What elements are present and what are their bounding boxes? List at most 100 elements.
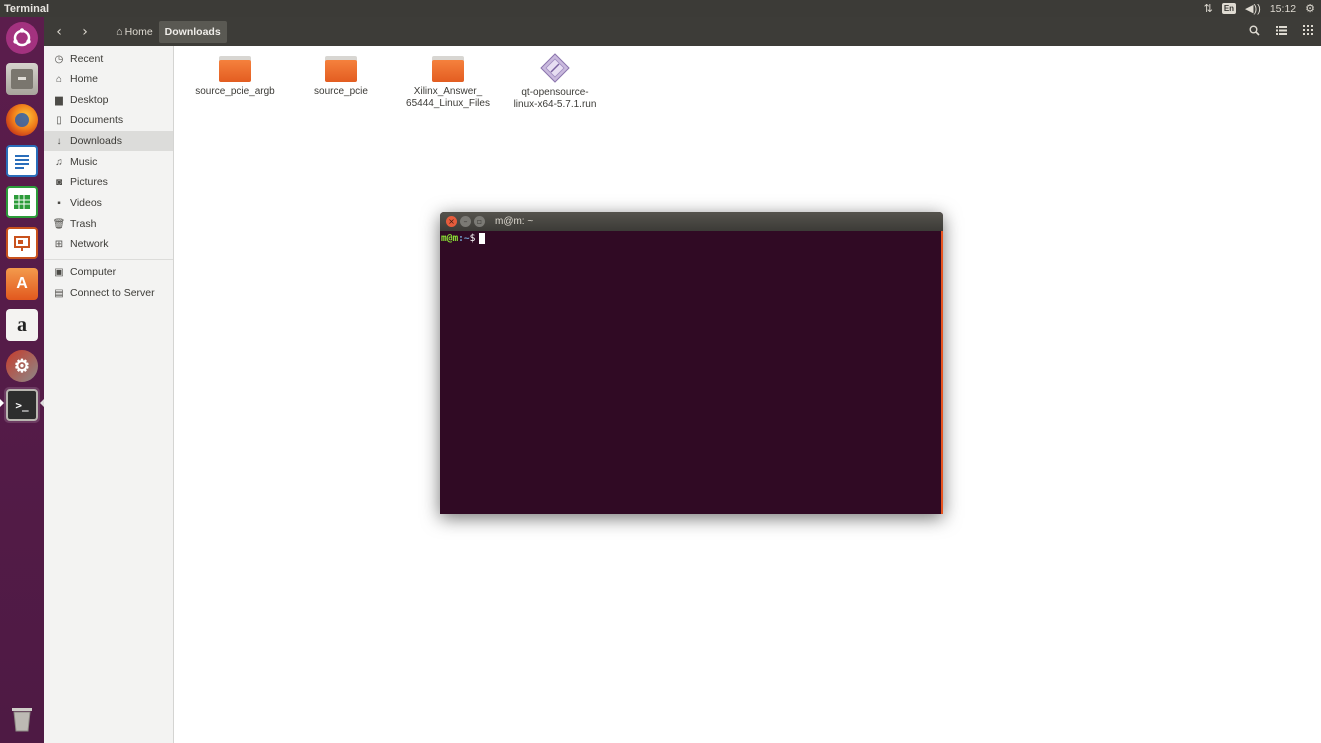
file-name: source_pcie <box>314 86 368 97</box>
computer-icon: ▣ <box>54 266 64 278</box>
search-icon[interactable] <box>1249 25 1260 39</box>
places-sidebar: ◷ Recent ⌂ Home ▆ Desktop ▯ Documents ↓ … <box>44 46 174 743</box>
terminal-titlebar[interactable]: × – ▫ m@m: ~ <box>440 212 943 231</box>
file-item[interactable]: source_pcie_argb <box>180 56 290 98</box>
file-cabinet-icon <box>6 63 38 95</box>
terminal-console[interactable]: m@m:~$ <box>440 231 941 514</box>
minimize-button[interactable]: – <box>460 216 471 227</box>
grid-view-icon[interactable] <box>1303 25 1313 38</box>
ubuntu-logo-icon <box>6 22 38 54</box>
launcher-amazon[interactable]: a <box>4 307 40 343</box>
sidebar-item-label: Network <box>70 238 109 250</box>
launcher-terminal[interactable]: >_ <box>4 387 40 423</box>
sidebar-item-computer[interactable]: ▣ Computer <box>44 262 173 282</box>
settings-gear-icon[interactable]: ⚙ <box>1305 2 1315 15</box>
sidebar-item-label: Documents <box>70 114 124 126</box>
sidebar-item-label: Desktop <box>70 94 109 106</box>
sidebar-item-pictures[interactable]: ◙ Pictures <box>44 172 173 192</box>
server-icon: ▤ <box>54 287 64 299</box>
active-app-title: Terminal <box>4 2 50 15</box>
sidebar-item-label: Pictures <box>70 176 108 188</box>
folder-icon <box>219 56 251 82</box>
forward-button[interactable]: › <box>74 21 96 43</box>
prompt-symbol: $ <box>469 233 476 244</box>
launcher-writer[interactable] <box>4 143 40 179</box>
sidebar-item-label: Trash <box>70 218 97 230</box>
list-view-icon[interactable] <box>1276 25 1287 38</box>
sidebar-item-videos[interactable]: ▪ Videos <box>44 193 173 213</box>
close-icon: × <box>448 217 455 226</box>
volume-icon[interactable]: ◀)) <box>1245 2 1261 15</box>
launcher-files[interactable] <box>4 61 40 97</box>
camera-icon: ◙ <box>55 176 63 188</box>
trash-icon: 🗑 <box>52 218 66 230</box>
sidebar-item-trash[interactable]: 🗑 Trash <box>44 214 173 234</box>
file-name: Xilinx_Answer_ 65444_Linux_Files <box>406 86 490 109</box>
terminal-title: m@m: ~ <box>495 216 534 227</box>
launcher-calc[interactable] <box>4 184 40 220</box>
breadcrumb-home-label: Home <box>124 25 153 38</box>
network-transfer-icon[interactable]: ⇅ <box>1204 2 1213 15</box>
presentation-icon <box>6 227 38 259</box>
file-name: qt-opensource- linux-x64-5.7.1.run <box>513 87 597 110</box>
document-icon: ▯ <box>56 114 62 126</box>
sidebar-item-home[interactable]: ⌂ Home <box>44 69 173 89</box>
file-item[interactable]: qt-opensource- linux-x64-5.7.1.run <box>500 53 610 111</box>
clock[interactable]: 15:12 <box>1270 3 1296 15</box>
launcher-firefox[interactable] <box>4 102 40 138</box>
video-icon: ▪ <box>57 197 61 209</box>
breadcrumb-home[interactable]: ⌂ Home <box>110 21 159 43</box>
file-item[interactable]: Xilinx_Answer_ 65444_Linux_Files <box>393 56 503 110</box>
sidebar-item-recent[interactable]: ◷ Recent <box>44 49 173 69</box>
sidebar-item-network[interactable]: ⊞ Network <box>44 234 173 254</box>
sidebar-item-label: Recent <box>70 53 104 65</box>
prompt-path: :~ <box>458 233 470 244</box>
sidebar-item-label: Downloads <box>70 135 122 147</box>
firefox-icon <box>6 104 38 136</box>
file-item[interactable]: source_pcie <box>286 56 396 98</box>
document-writer-icon <box>6 145 38 177</box>
sidebar-item-documents[interactable]: ▯ Documents <box>44 110 173 130</box>
sidebar-item-connect-to-server[interactable]: ▤ Connect to Server <box>44 283 173 303</box>
file-name: source_pcie_argb <box>195 86 275 97</box>
folder-icon <box>325 56 357 82</box>
text-cursor <box>479 233 486 244</box>
back-button[interactable]: ‹ <box>48 21 70 43</box>
sidebar-item-label: Computer <box>70 266 117 278</box>
dash-home-button[interactable] <box>4 20 40 56</box>
unity-launcher: A a ⚙ >_ <box>0 17 44 743</box>
launcher-system-settings[interactable]: ⚙ <box>4 348 40 384</box>
sidebar-item-label: Home <box>70 73 99 85</box>
sidebar-item-downloads[interactable]: ↓ Downloads <box>44 131 173 151</box>
indicator-area: ⇅ En ◀)) 15:12 ⚙ <box>1204 0 1315 17</box>
terminal-icon: >_ <box>6 389 38 421</box>
amazon-icon: a <box>6 309 38 341</box>
file-manager-toolbar: ‹ › ⌂ Home Downloads <box>44 17 1321 46</box>
minimize-icon: – <box>463 217 468 226</box>
package-icon <box>540 53 570 83</box>
launcher-software-center[interactable]: A <box>4 266 40 302</box>
download-icon: ↓ <box>56 135 62 147</box>
home-icon: ⌂ <box>55 73 63 85</box>
shopping-bag-icon: A <box>6 268 38 300</box>
folder-icon <box>432 56 464 82</box>
terminal-scroll-edge <box>941 231 943 514</box>
close-button[interactable]: × <box>446 216 457 227</box>
toolbar-right <box>1249 17 1313 46</box>
spreadsheet-icon <box>6 186 38 218</box>
keyboard-layout-indicator[interactable]: En <box>1221 3 1237 14</box>
sidebar-item-desktop[interactable]: ▆ Desktop <box>44 90 173 110</box>
chevron-right-icon: › <box>82 23 88 40</box>
breadcrumb-downloads[interactable]: Downloads <box>158 20 227 43</box>
network-icon: ⊞ <box>54 238 64 250</box>
sidebar-item-music[interactable]: ♫ Music <box>44 152 173 172</box>
sidebar-item-label: Music <box>70 156 98 168</box>
launcher-trash[interactable] <box>4 701 40 737</box>
music-icon: ♫ <box>55 156 63 168</box>
terminal-window[interactable]: × – ▫ m@m: ~ m@m:~$ <box>440 212 943 514</box>
folder-icon: ▆ <box>55 94 63 106</box>
sidebar-item-label: Videos <box>70 197 102 209</box>
launcher-impress[interactable] <box>4 225 40 261</box>
home-icon: ⌂ <box>116 25 123 38</box>
maximize-button[interactable]: ▫ <box>474 216 485 227</box>
